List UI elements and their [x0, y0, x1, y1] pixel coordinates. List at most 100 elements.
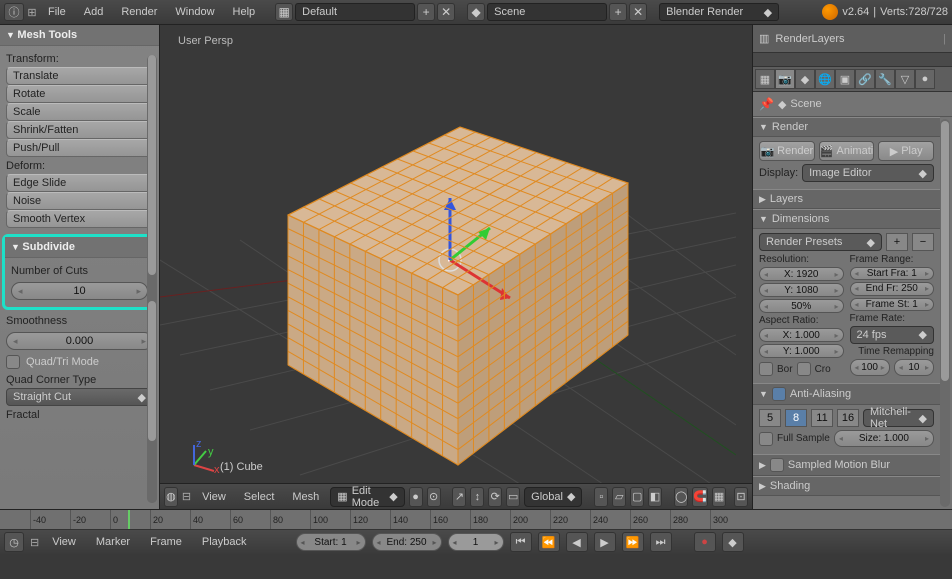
menu-file[interactable]: File: [40, 3, 74, 21]
display-dropdown[interactable]: Image Editor◆: [802, 164, 934, 182]
operator-scrollbar[interactable]: [147, 301, 157, 503]
tl-menu-marker[interactable]: Marker: [89, 534, 137, 550]
scale-manip-icon[interactable]: ▭: [506, 487, 520, 507]
render-presets-dropdown[interactable]: Render Presets◆: [759, 233, 882, 251]
layout-icon[interactable]: ▦: [275, 3, 293, 21]
tab-object-icon[interactable]: ▣: [835, 69, 855, 89]
translate-button[interactable]: Translate: [6, 67, 153, 85]
snap-icon[interactable]: 🧲: [692, 487, 708, 507]
sel-edge-icon[interactable]: ▱: [612, 487, 626, 507]
layout-selector[interactable]: Default: [295, 3, 415, 21]
crop-toggle[interactable]: [797, 362, 811, 376]
rotate-manip-icon[interactable]: ⟳: [488, 487, 502, 507]
sel-face-icon[interactable]: ▢: [630, 487, 644, 507]
jump-start-icon[interactable]: ⏮: [510, 532, 532, 552]
keying-set-icon[interactable]: ◆: [722, 532, 744, 552]
editor-type-icon[interactable]: ⓘ: [4, 3, 24, 21]
render-preview-icon[interactable]: ⊡: [734, 487, 748, 507]
aa-8-button[interactable]: 8: [785, 409, 807, 427]
filter-size-field[interactable]: Size: 1.000: [834, 430, 934, 447]
edge-slide-button[interactable]: Edge Slide: [6, 174, 153, 192]
3d-viewport[interactable]: User Persp: [160, 25, 752, 509]
animation-button[interactable]: 🎬Animati: [819, 141, 875, 161]
mode-selector[interactable]: ▦Edit Mode◆: [330, 487, 404, 507]
orientation-selector[interactable]: Global◆: [524, 487, 582, 507]
add-scene-icon[interactable]: +: [609, 3, 627, 21]
subdivide-header[interactable]: Subdivide: [5, 237, 154, 258]
frame-rate-dropdown[interactable]: 24 fps◆: [850, 326, 935, 344]
timeline-cursor[interactable]: [128, 510, 130, 529]
viewport-shading-icon[interactable]: ●: [409, 487, 423, 507]
preset-add-icon[interactable]: +: [886, 233, 908, 251]
del-scene-icon[interactable]: ✕: [629, 3, 647, 21]
border-toggle[interactable]: [759, 362, 773, 376]
scene-icon[interactable]: ◆: [467, 3, 485, 21]
render-section-header[interactable]: ▼Render: [753, 117, 940, 137]
limit-sel-icon[interactable]: ◧: [648, 487, 662, 507]
corner-type-dropdown[interactable]: Straight Cut◆: [6, 388, 153, 406]
outliner-item[interactable]: RenderLayers: [775, 33, 844, 45]
tab-data-icon[interactable]: ▽: [895, 69, 915, 89]
tl-menu-view[interactable]: View: [45, 534, 83, 550]
tab-all-icon[interactable]: ▦: [755, 69, 775, 89]
layers-section-header[interactable]: ▶Layers: [753, 189, 940, 209]
res-x-field[interactable]: X: 1920: [759, 267, 844, 281]
shading-section-header[interactable]: ▶Shading: [753, 476, 940, 496]
editor-type-viewport-icon[interactable]: ◍: [164, 487, 178, 507]
vp-menu-view[interactable]: View: [195, 488, 233, 506]
play-button[interactable]: ▶Play: [878, 141, 934, 161]
menu-add[interactable]: Add: [76, 3, 112, 21]
full-sample-toggle[interactable]: [759, 432, 773, 446]
vp-menu-mesh[interactable]: Mesh: [285, 488, 326, 506]
render-engine-selector[interactable]: Blender Render◆: [659, 3, 779, 21]
mesh-tools-header[interactable]: Mesh Tools: [0, 25, 159, 46]
start-frame-field[interactable]: Start Fra: 1: [850, 267, 935, 280]
smooth-vertex-button[interactable]: Smooth Vertex: [6, 210, 153, 228]
current-frame-tl[interactable]: 1: [448, 533, 504, 551]
pin-icon[interactable]: 📌: [759, 97, 774, 111]
autokey-icon[interactable]: ●: [694, 532, 716, 552]
expand-icon[interactable]: ⊞: [26, 6, 38, 19]
end-frame-tl[interactable]: End: 250: [372, 533, 442, 551]
noise-button[interactable]: Noise: [6, 192, 153, 210]
aa-11-button[interactable]: 11: [811, 409, 833, 427]
scale-button[interactable]: Scale: [6, 103, 153, 121]
aspect-y-field[interactable]: Y: 1.000: [759, 344, 844, 358]
remap-new-field[interactable]: 10: [894, 359, 934, 376]
render-button[interactable]: 📷Render: [759, 141, 815, 161]
smb-section-header[interactable]: ▶Sampled Motion Blur: [753, 454, 940, 476]
aa-section-header[interactable]: ▼Anti-Aliasing: [753, 383, 940, 405]
tab-material-icon[interactable]: ●: [915, 69, 935, 89]
prev-key-icon[interactable]: ⏪: [538, 532, 560, 552]
aa-16-button[interactable]: 16: [837, 409, 859, 427]
pivot-icon[interactable]: ⊙: [427, 487, 441, 507]
play-rev-icon[interactable]: ◀: [566, 532, 588, 552]
tab-constraints-icon[interactable]: 🔗: [855, 69, 875, 89]
sel-vert-icon[interactable]: ▫: [594, 487, 608, 507]
prop-edit-icon[interactable]: ◯: [674, 487, 688, 507]
dimensions-section-header[interactable]: ▼Dimensions: [753, 209, 940, 229]
aa-filter-dropdown[interactable]: Mitchell-Net◆: [863, 409, 934, 427]
add-layout-icon[interactable]: +: [417, 3, 435, 21]
end-frame-field[interactable]: End Fr: 250: [850, 282, 935, 295]
menu-help[interactable]: Help: [225, 3, 264, 21]
manipulator-toggle-icon[interactable]: ↗: [452, 487, 466, 507]
del-layout-icon[interactable]: ✕: [437, 3, 455, 21]
frame-step-field[interactable]: Frame St: 1: [850, 298, 935, 311]
quad-tri-toggle[interactable]: Quad/Tri Mode: [6, 353, 153, 371]
tab-scene-icon[interactable]: ◆: [795, 69, 815, 89]
expand-hdr-icon[interactable]: ⊟: [182, 490, 191, 503]
smoothness-field[interactable]: 0.000: [6, 332, 153, 350]
jump-end-icon[interactable]: ⏭: [650, 532, 672, 552]
shrink-fatten-button[interactable]: Shrink/Fatten: [6, 121, 153, 139]
remap-old-field[interactable]: 100: [850, 359, 890, 376]
preset-remove-icon[interactable]: −: [912, 233, 934, 251]
play-fwd-icon[interactable]: ▶: [594, 532, 616, 552]
menu-render[interactable]: Render: [113, 3, 165, 21]
translate-manip-icon[interactable]: ↕: [470, 487, 484, 507]
snap-target-icon[interactable]: ▦: [712, 487, 726, 507]
tl-menu-frame[interactable]: Frame: [143, 534, 189, 550]
right-scrollbar[interactable]: [940, 119, 950, 507]
scene-selector[interactable]: Scene: [487, 3, 607, 21]
res-pct-field[interactable]: 50%: [759, 299, 844, 313]
